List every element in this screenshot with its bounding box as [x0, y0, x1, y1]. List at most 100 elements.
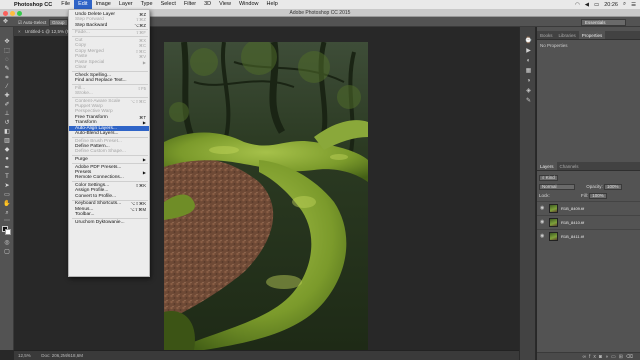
clock[interactable]: 20:26: [604, 2, 618, 8]
pen-tool-icon[interactable]: ✒: [3, 165, 11, 172]
menu-filter[interactable]: Filter: [180, 0, 200, 9]
history-panel-icon[interactable]: ⌚: [524, 37, 533, 45]
hand-tool-icon[interactable]: ✋: [3, 201, 11, 208]
menu-item-step-backward[interactable]: Step Backward ⌥⌘Z: [69, 23, 149, 28]
screen-mode-icon[interactable]: ▢: [3, 249, 11, 256]
more-tools-icon[interactable]: ⋯: [3, 218, 11, 225]
wifi-icon[interactable]: ◠: [575, 2, 580, 8]
blend-mode-dropdown[interactable]: Normal: [539, 183, 575, 190]
menu-edit[interactable]: Edit: [74, 0, 92, 9]
properties-panel-tabs: Books Libraries Properties: [537, 31, 640, 40]
fill-field[interactable]: 100%: [589, 192, 607, 199]
gradient-tool-icon[interactable]: ▥: [3, 138, 11, 145]
menu-type[interactable]: Type: [137, 0, 157, 9]
new-group-icon[interactable]: ▭: [611, 354, 619, 360]
tab-books[interactable]: Books: [537, 31, 556, 39]
brush-tool-icon[interactable]: ✐: [3, 102, 11, 109]
menu-item-label: Toolbar...: [75, 212, 95, 218]
shape-tool-icon[interactable]: ▭: [3, 192, 11, 199]
adjustments-panel-icon[interactable]: ◑: [524, 77, 533, 85]
menu-item-label: Remote Connections...: [75, 175, 124, 181]
zoom-tool-icon[interactable]: ⌕: [3, 210, 11, 217]
menu-layer[interactable]: Layer: [115, 0, 137, 9]
paths-panel-icon[interactable]: ✎: [524, 97, 533, 105]
menu-item-find-and-replace-text[interactable]: Find and Replace Text...: [69, 78, 149, 83]
notification-icon[interactable]: ☰: [631, 2, 636, 8]
history-brush-tool-icon[interactable]: ↺: [3, 120, 11, 127]
lasso-tool-icon[interactable]: ◌: [3, 57, 11, 64]
battery-icon[interactable]: ▭: [594, 2, 599, 8]
volume-icon[interactable]: ◀: [585, 2, 589, 8]
filter-kind-dropdown[interactable]: ⌕ Kind: [539, 174, 558, 181]
visibility-eye-icon[interactable]: ◉: [540, 202, 544, 215]
actions-panel-icon[interactable]: ▶: [524, 47, 533, 55]
menu-item-convert-to-profile[interactable]: Convert to Profile...: [69, 194, 149, 199]
tab-properties[interactable]: Properties: [578, 31, 606, 39]
menu-file[interactable]: File: [57, 0, 74, 9]
menu-item-remote-connections[interactable]: Remote Connections...: [69, 175, 149, 180]
spotlight-icon[interactable]: ⌕: [623, 1, 626, 8]
close-document-icon[interactable]: ×: [18, 29, 21, 34]
menu-item-label: Define Brush Preset...: [75, 138, 122, 144]
layer-filter-row: ⌕ Kind: [539, 174, 558, 181]
menu-item-uruchom-dyktowanie[interactable]: Uruchom Dyktowanie...: [69, 220, 149, 225]
menu-select[interactable]: Select: [157, 0, 180, 9]
menu-item-label: Content-Aware Scale: [75, 98, 121, 104]
menu-help[interactable]: Help: [263, 0, 282, 9]
opacity-field[interactable]: 100%: [604, 183, 622, 190]
menu-item-stroke[interactable]: Stroke...: [69, 91, 149, 96]
clone-stamp-tool-icon[interactable]: ⊥: [3, 111, 11, 118]
menu-image[interactable]: Image: [92, 0, 115, 9]
menu-item-toolbar[interactable]: Toolbar...: [69, 212, 149, 217]
menu-item-fade[interactable]: Fade... ⇧⌘F: [69, 30, 149, 35]
menu-3d[interactable]: 3D: [200, 0, 215, 9]
visibility-eye-icon[interactable]: ◉: [540, 230, 544, 243]
quick-mask-icon[interactable]: ◎: [3, 240, 11, 247]
delete-layer-icon[interactable]: ⌫: [626, 354, 636, 360]
layer-row[interactable]: ◉ R1B_8411.tif: [537, 229, 640, 242]
auto-select-target-dropdown[interactable]: Group: [49, 18, 68, 26]
styles-panel-icon[interactable]: ◈: [524, 87, 533, 95]
menu-item-label: Copy: [75, 43, 87, 49]
visibility-eye-icon[interactable]: ◉: [540, 216, 544, 229]
type-tool-icon[interactable]: T: [3, 174, 11, 181]
move-tool-preset-icon[interactable]: ✥: [3, 19, 13, 25]
healing-brush-tool-icon[interactable]: ✚: [3, 93, 11, 100]
color-panel-icon[interactable]: ◐: [524, 57, 533, 65]
auto-select-checkbox[interactable]: ☑ Auto-Select: [18, 19, 46, 26]
new-layer-icon[interactable]: ⊞: [619, 354, 626, 360]
layer-style-icon[interactable]: fx: [589, 354, 599, 360]
crop-tool-icon[interactable]: ⌗: [3, 75, 11, 82]
menu-item-shortcut: ⌥⌘Z: [134, 22, 146, 28]
menu-item-purge[interactable]: Purge ▶: [69, 157, 149, 162]
eyedropper-tool-icon[interactable]: ⁄: [3, 84, 11, 91]
menu-item-label: Auto-Blend Layers...: [75, 131, 119, 136]
layer-row[interactable]: ◉ R1B_8409.tif: [537, 201, 640, 214]
app-name-menu[interactable]: Photoshop CC: [14, 2, 52, 8]
menu-item-clear[interactable]: Clear: [69, 65, 149, 70]
document-image[interactable]: [164, 42, 368, 350]
opacity-label: Opacity:: [586, 184, 603, 189]
layer-row[interactable]: ◉ R1B_8410.tif: [537, 215, 640, 228]
zoom-level[interactable]: 12,5%: [18, 351, 40, 360]
swatches-panel-icon[interactable]: ▦: [524, 67, 533, 75]
layer-name: R1B_8411.tif: [561, 234, 584, 239]
menu-view[interactable]: View: [215, 0, 235, 9]
dodge-tool-icon[interactable]: ●: [3, 156, 11, 163]
workspace-switcher[interactable]: Essentials: [581, 18, 626, 26]
background-color-swatch[interactable]: [5, 229, 11, 235]
tab-layers[interactable]: Layers: [537, 162, 557, 170]
blur-tool-icon[interactable]: ◆: [3, 147, 11, 154]
menu-item-auto-blend-layers[interactable]: Auto-Blend Layers...: [69, 131, 149, 136]
tab-libraries[interactable]: Libraries: [556, 31, 579, 39]
menu-item-define-custom-shape[interactable]: Define Custom Shape...: [69, 149, 149, 154]
path-selection-tool-icon[interactable]: ➤: [3, 183, 11, 190]
eraser-tool-icon[interactable]: ◧: [3, 129, 11, 136]
marquee-tool-icon[interactable]: ⬚: [3, 48, 11, 55]
menu-window[interactable]: Window: [235, 0, 263, 9]
document-info[interactable]: Doc: 206,2M/618,6M: [41, 353, 83, 358]
menu-item-label: Uruchom Dyktowanie...: [75, 219, 125, 225]
tab-channels[interactable]: Channels: [557, 162, 582, 170]
move-tool-icon[interactable]: ✥: [3, 39, 11, 46]
quick-select-tool-icon[interactable]: ✎: [3, 66, 11, 73]
